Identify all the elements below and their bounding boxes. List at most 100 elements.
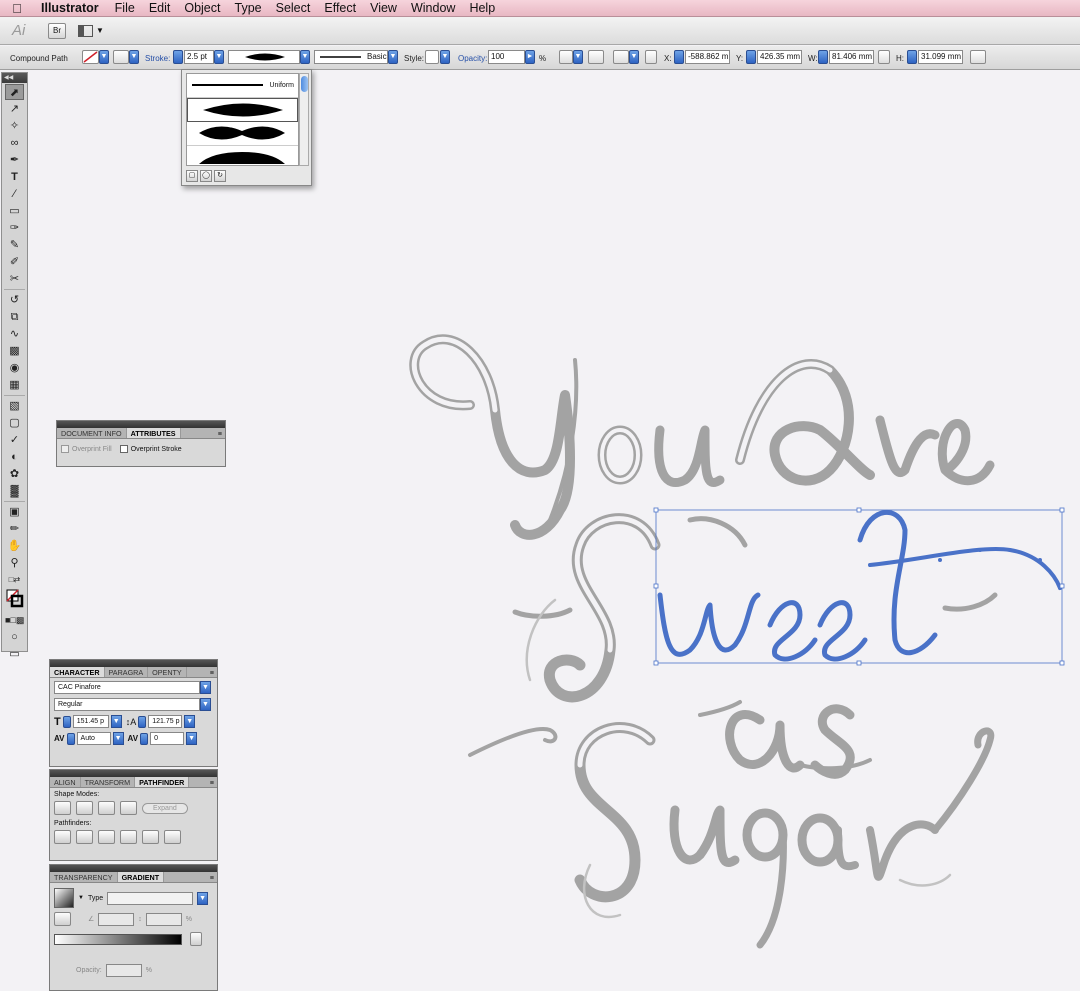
graphic-style-swatch[interactable]: [425, 50, 439, 64]
menu-file[interactable]: File: [108, 0, 142, 17]
selected-compound-path[interactable]: [657, 510, 1062, 662]
font-family-select[interactable]: CAC Pinafore: [54, 681, 200, 694]
bridge-button[interactable]: Br: [48, 22, 66, 39]
add-profile-icon[interactable]: ▢: [186, 170, 198, 182]
tools-panel-header[interactable]: ◀◀: [2, 73, 27, 83]
isolate-group-icon[interactable]: [588, 50, 604, 64]
tab-gradient[interactable]: GRADIENT: [117, 872, 165, 882]
font-size-stepper[interactable]: [62, 715, 71, 728]
h-field[interactable]: 31.099 mm: [918, 50, 963, 64]
drawing-mode-icon[interactable]: ○: [5, 629, 24, 645]
arrange-documents-button[interactable]: ▼: [78, 24, 104, 37]
width-profile-1[interactable]: [187, 98, 298, 122]
intersect-button[interactable]: [98, 801, 115, 815]
x-field[interactable]: -588.862 m: [685, 50, 730, 64]
reverse-gradient-button[interactable]: [54, 912, 71, 926]
column-graph-tool-icon[interactable]: ▓: [5, 483, 24, 499]
overprint-fill-checkbox[interactable]: Overprint Fill: [61, 445, 112, 453]
exclude-button[interactable]: [120, 801, 137, 815]
stroke-weight-field[interactable]: 2.5 pt: [184, 50, 214, 64]
tab-transparency[interactable]: TRANSPARENCY: [50, 872, 118, 882]
tab-document-info[interactable]: DOCUMENT INFO: [57, 428, 127, 438]
minus-front-button[interactable]: [76, 801, 93, 815]
direct-selection-tool-icon[interactable]: ↗: [5, 101, 24, 117]
symbol-sprayer-tool-icon[interactable]: ✿: [5, 466, 24, 482]
panel-header[interactable]: [50, 770, 217, 777]
leading-field[interactable]: 121.75 p: [148, 715, 183, 728]
shape-builder-tool-icon[interactable]: ◉: [5, 360, 24, 376]
reference-point-icon[interactable]: [613, 50, 629, 64]
warp-tool-icon[interactable]: ∿: [5, 326, 24, 342]
brush-dropdown[interactable]: ▼: [388, 50, 398, 64]
panel-menu-icon[interactable]: ≡: [207, 777, 217, 787]
scissors-tool-icon[interactable]: ✂: [5, 271, 24, 287]
panel-header[interactable]: [50, 865, 217, 872]
stroke-dropdown[interactable]: ▼: [129, 50, 139, 64]
pencil-tool-icon[interactable]: ✎: [5, 237, 24, 253]
selection-tool-icon[interactable]: ⬈: [5, 84, 24, 100]
artboard-tool-icon[interactable]: ▣: [5, 504, 24, 520]
transform-options-icon[interactable]: [970, 50, 986, 64]
menu-edit[interactable]: Edit: [142, 0, 178, 17]
stroke-label[interactable]: Stroke:: [145, 54, 170, 63]
gradient-tool-icon[interactable]: ▢: [5, 415, 24, 431]
minus-back-button[interactable]: [164, 830, 181, 844]
opacity-field[interactable]: 100: [488, 50, 525, 64]
panel-menu-icon[interactable]: ≡: [207, 872, 217, 882]
align-icon[interactable]: [645, 50, 657, 64]
stroke-weight-dropdown[interactable]: ▼: [214, 50, 224, 64]
leading-dropdown[interactable]: ▼: [184, 715, 196, 728]
unite-button[interactable]: [54, 801, 71, 815]
recolor-artwork-icon[interactable]: [559, 50, 573, 64]
paintbrush-tool-icon[interactable]: ✑: [5, 220, 24, 236]
tab-paragraph[interactable]: PARAGRA: [105, 667, 149, 677]
mesh-tool-icon[interactable]: ▧: [5, 398, 24, 414]
zoom-tool-icon[interactable]: ⚲: [5, 555, 24, 571]
font-size-dropdown[interactable]: ▼: [110, 715, 122, 728]
expand-button[interactable]: Expand: [142, 802, 188, 814]
fill-stroke-swatch-icon[interactable]: [5, 589, 24, 611]
apple-icon[interactable]: : [0, 1, 34, 16]
tab-transform[interactable]: TRANSFORM: [81, 777, 136, 787]
magic-wand-tool-icon[interactable]: ✧: [5, 118, 24, 134]
lasso-tool-icon[interactable]: ∞: [5, 135, 24, 151]
tab-character[interactable]: CHARACTER: [50, 667, 105, 677]
width-profile-3[interactable]: [187, 146, 298, 165]
opacity-dropdown[interactable]: ►: [525, 50, 535, 64]
stroke-swatch[interactable]: [113, 50, 129, 64]
panel-header[interactable]: [57, 421, 225, 428]
tab-opentype[interactable]: OPENTY: [148, 667, 187, 677]
opacity-label[interactable]: Opacity:: [458, 54, 487, 63]
h-stepper[interactable]: [907, 50, 917, 64]
color-mode-icon[interactable]: ■□▩: [5, 612, 24, 628]
leading-stepper[interactable]: [138, 715, 147, 728]
trim-button[interactable]: [76, 830, 93, 844]
scale-tool-icon[interactable]: ⧉: [5, 309, 24, 325]
perspective-grid-tool-icon[interactable]: ▦: [5, 377, 24, 393]
kerning-field[interactable]: Auto: [76, 732, 111, 745]
delete-profile-icon[interactable]: ◯: [200, 170, 212, 182]
width-profile-dropdown[interactable]: ▼: [300, 50, 310, 64]
y-field[interactable]: 426.35 mm: [757, 50, 802, 64]
menu-help[interactable]: Help: [462, 0, 502, 17]
chevron-down-icon[interactable]: ▼: [78, 895, 84, 901]
menu-view[interactable]: View: [363, 0, 404, 17]
delete-stop-icon[interactable]: [190, 932, 202, 946]
gradient-type-dropdown[interactable]: ▼: [197, 891, 209, 905]
eyedropper-tool-icon[interactable]: ✓: [5, 432, 24, 448]
font-family-dropdown[interactable]: ▼: [200, 681, 211, 694]
free-transform-tool-icon[interactable]: ▩: [5, 343, 24, 359]
screen-mode-icon[interactable]: ▭: [5, 646, 24, 662]
kerning-stepper[interactable]: [66, 732, 75, 745]
menu-window[interactable]: Window: [404, 0, 462, 17]
scrollbar-thumb[interactable]: [301, 76, 308, 92]
overprint-stroke-checkbox[interactable]: Overprint Stroke: [119, 445, 182, 453]
outline-button[interactable]: [142, 830, 159, 844]
divide-button[interactable]: [54, 830, 71, 844]
tracking-stepper[interactable]: [140, 732, 149, 745]
hand-tool-icon[interactable]: ✋: [5, 538, 24, 554]
rectangle-tool-icon[interactable]: ▭: [5, 203, 24, 219]
gradient-type-select[interactable]: [107, 891, 194, 905]
merge-button[interactable]: [98, 830, 115, 844]
rotate-tool-icon[interactable]: ↺: [5, 292, 24, 308]
